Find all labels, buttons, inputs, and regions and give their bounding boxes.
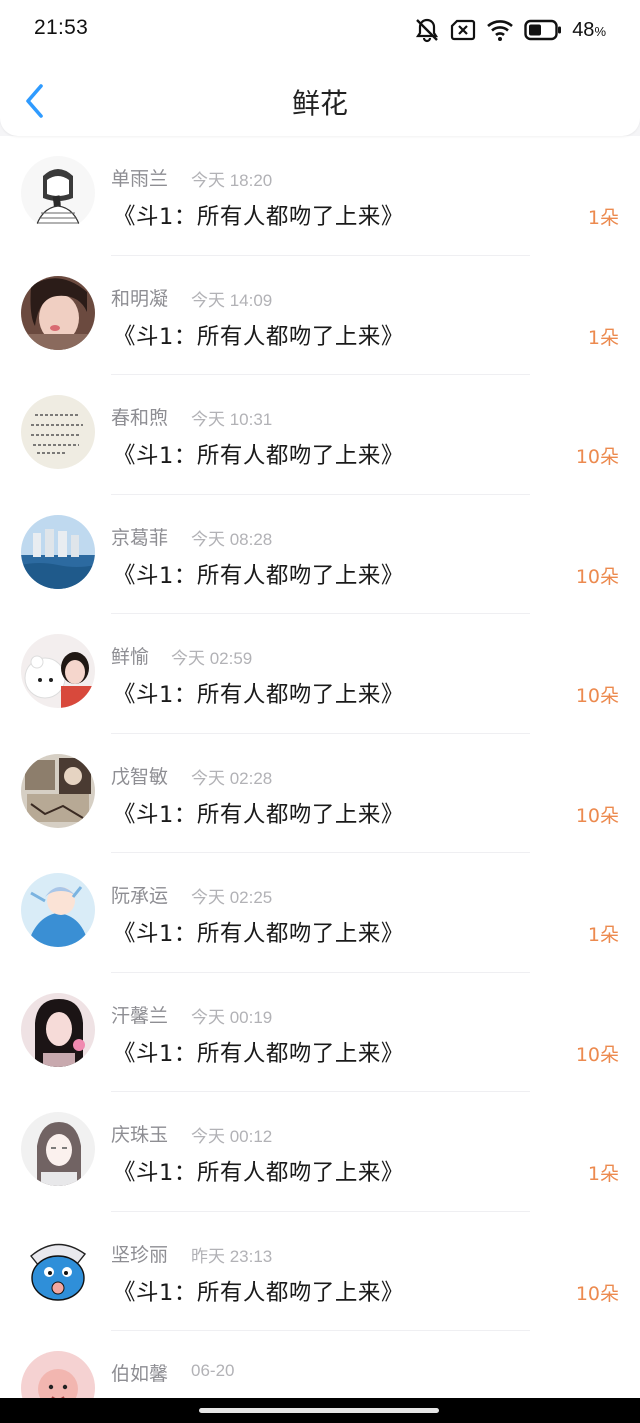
list-item[interactable]: 春和煦 今天 10:31 《斗1：所有人都吻了上来》 10朵 — [0, 375, 640, 495]
sender-name: 戊智敏 — [111, 765, 169, 788]
flower-amount: 10朵 — [575, 1282, 619, 1305]
timestamp: 今天 18:20 — [191, 171, 273, 190]
list-item[interactable]: 鲜愉 今天 02:59 《斗1：所有人都吻了上来》 10朵 — [0, 614, 640, 734]
mute-bell-icon — [414, 17, 440, 43]
flower-amount: 10朵 — [575, 446, 619, 468]
sender-name: 伯如馨 — [111, 1363, 169, 1385]
avatar[interactable] — [21, 1351, 95, 1398]
book-title[interactable]: 《斗1：所有人都吻了上来》 — [113, 438, 404, 470]
book-title[interactable]: 《斗1：所有人都吻了上来》 — [113, 1275, 404, 1307]
avatar[interactable] — [21, 395, 95, 469]
timestamp: 今天 08:28 — [191, 529, 273, 549]
timestamp: 今天 14:09 — [191, 290, 273, 310]
book-title[interactable]: 《斗1：所有人都吻了上来》 — [113, 319, 404, 351]
status-icons: 48% — [414, 16, 606, 44]
list-item[interactable]: 和明凝 今天 14:09 《斗1：所有人都吻了上来》 1朵 — [0, 256, 640, 375]
avatar[interactable] — [21, 514, 95, 589]
avatar[interactable] — [21, 873, 95, 947]
battery-percent: 48% — [572, 19, 606, 42]
book-title[interactable]: 《斗1：所有人都吻了上来》 — [113, 1155, 404, 1187]
header-card: 21:53 48% 鲜花 — [0, 0, 640, 136]
timestamp: 今天 02:59 — [171, 649, 253, 668]
sender-name: 阮承运 — [111, 885, 169, 907]
list-item[interactable]: 戊智敏 今天 02:28 《斗1：所有人都吻了上来》 10朵 — [0, 734, 640, 853]
nav-bar: 鲜花 — [0, 66, 640, 136]
book-title[interactable]: 《斗1：所有人都吻了上来》 — [113, 199, 404, 231]
sender-name: 京葛菲 — [111, 526, 169, 549]
flower-amount: 1朵 — [587, 207, 619, 229]
list-item[interactable]: 阮承运 今天 02:25 《斗1：所有人都吻了上来》 1朵 — [0, 853, 640, 973]
book-title[interactable]: 《斗1：所有人都吻了上来》 — [113, 558, 404, 590]
home-indicator[interactable] — [199, 1408, 439, 1413]
avatar[interactable] — [21, 1231, 95, 1306]
avatar[interactable] — [21, 634, 95, 708]
battery-percent-unit: % — [594, 23, 606, 39]
battery-percent-value: 48 — [572, 18, 595, 41]
timestamp: 今天 00:12 — [191, 1127, 273, 1146]
book-title[interactable]: 《斗1：所有人都吻了上来》 — [113, 1036, 404, 1068]
flower-list: 单雨兰 今天 18:20 《斗1：所有人都吻了上来》 1朵 和明凝 今天 14:09 《斗1… — [0, 136, 640, 1398]
sender-name: 单雨兰 — [111, 168, 169, 190]
timestamp: 今天 10:31 — [191, 410, 273, 429]
flower-amount: 1朵 — [587, 1163, 619, 1185]
timestamp: 昨天 23:13 — [191, 1246, 273, 1266]
system-nav-bar — [0, 1398, 640, 1423]
book-title[interactable]: 《斗1：所有人都吻了上来》 — [113, 797, 404, 829]
sender-name: 春和煦 — [111, 407, 169, 429]
list-item[interactable]: 坚珍丽 昨天 23:13 《斗1：所有人都吻了上来》 10朵 — [0, 1212, 640, 1331]
sender-name: 鲜愉 — [111, 646, 150, 668]
avatar[interactable] — [21, 992, 95, 1067]
book-title[interactable]: 《斗1：所有人都吻了上来》 — [113, 916, 404, 948]
sender-name: 和明凝 — [111, 287, 169, 310]
sender-name: 汗馨兰 — [111, 1004, 169, 1027]
sender-name: 庆珠玉 — [111, 1124, 169, 1146]
list-item[interactable]: 汗馨兰 今天 00:19 《斗1：所有人都吻了上来》 10朵 — [0, 973, 640, 1092]
flower-amount: 1朵 — [587, 924, 619, 946]
list-item[interactable]: 单雨兰 今天 18:20 《斗1：所有人都吻了上来》 1朵 — [0, 136, 640, 256]
flower-amount: 10朵 — [575, 685, 619, 707]
flower-amount: 1朵 — [587, 326, 619, 349]
avatar[interactable] — [21, 156, 95, 230]
book-title[interactable]: 《斗1：所有人都吻了上来》 — [113, 677, 404, 709]
sender-name: 坚珍丽 — [111, 1243, 169, 1266]
wifi-icon — [486, 18, 514, 42]
battery-icon — [524, 19, 562, 41]
list-item[interactable]: 伯如馨 06-20 — [0, 1331, 640, 1398]
timestamp: 今天 02:25 — [191, 888, 273, 907]
avatar[interactable] — [21, 753, 95, 828]
flower-amount: 10朵 — [575, 1043, 619, 1066]
flower-amount: 10朵 — [575, 565, 619, 588]
timestamp: 今天 02:28 — [191, 768, 273, 788]
list-item[interactable]: 庆珠玉 今天 00:12 《斗1：所有人都吻了上来》 1朵 — [0, 1092, 640, 1212]
status-bar: 21:53 48% — [0, 0, 640, 62]
timestamp: 06-20 — [191, 1361, 235, 1380]
sim-off-icon — [450, 19, 476, 41]
timestamp: 今天 00:19 — [191, 1007, 273, 1027]
avatar[interactable] — [21, 1112, 95, 1186]
avatar[interactable] — [21, 275, 95, 350]
status-time: 21:53 — [34, 16, 89, 39]
list-item[interactable]: 京葛菲 今天 08:28 《斗1：所有人都吻了上来》 10朵 — [0, 495, 640, 614]
flower-amount: 10朵 — [575, 804, 619, 827]
page-title: 鲜花 — [291, 87, 348, 120]
